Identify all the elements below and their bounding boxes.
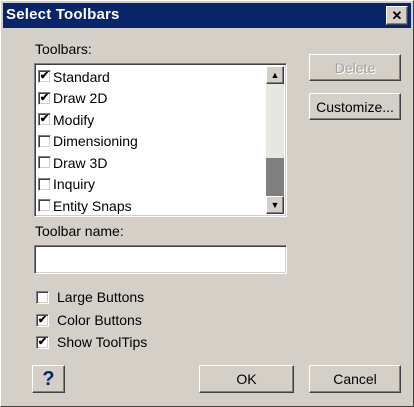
toolbars-list: ✔ Standard ✔ Draw 2D ✔ Modify Dimensioning Draw… <box>38 66 263 216</box>
toolbars-label: Toolbars: <box>35 41 92 57</box>
list-item[interactable]: Draw 3D <box>38 152 263 174</box>
toolbar-name-input[interactable] <box>34 245 287 274</box>
toolbar-checkbox[interactable] <box>38 177 51 191</box>
option-checkbox[interactable]: ✔ <box>36 335 49 349</box>
close-icon: ✕ <box>391 8 403 23</box>
customize-button[interactable]: Customize... <box>309 93 401 120</box>
toolbar-item-label: Modify <box>53 111 95 128</box>
toolbar-checkbox[interactable]: ✔ <box>38 70 51 84</box>
option-checkbox-row[interactable]: Large Buttons <box>36 289 144 305</box>
checkmark-icon: ✔ <box>39 91 50 104</box>
option-label: Show ToolTips <box>57 334 148 350</box>
close-button[interactable]: ✕ <box>386 6 408 25</box>
help-icon: ? <box>42 367 55 390</box>
arrow-up-icon: ▲ <box>270 69 280 80</box>
toolbar-item-label: Inquiry <box>53 176 96 193</box>
title-bar[interactable]: Select Toolbars ✕ <box>3 3 411 28</box>
scroll-down-button[interactable]: ▼ <box>266 196 284 214</box>
scroll-up-button[interactable]: ▲ <box>266 66 284 84</box>
toolbar-checkbox[interactable] <box>38 156 51 170</box>
option-label: Large Buttons <box>57 289 145 305</box>
arrow-down-icon: ▼ <box>270 199 280 210</box>
toolbar-item-label: Entity Snaps <box>53 197 132 214</box>
option-checkbox[interactable]: ✔ <box>36 313 49 327</box>
list-item[interactable]: ✔ Standard <box>38 66 263 88</box>
cancel-button[interactable]: Cancel <box>309 365 401 393</box>
listbox-scrollbar[interactable]: ▲ ▼ <box>266 66 284 214</box>
option-checkbox[interactable] <box>36 290 49 304</box>
option-checkbox-row[interactable]: ✔ Color Buttons <box>36 312 142 328</box>
help-button[interactable]: ? <box>32 365 65 393</box>
option-checkbox-row[interactable]: ✔ Show ToolTips <box>36 334 147 350</box>
toolbar-item-label: Dimensioning <box>53 133 138 150</box>
list-item[interactable]: Dimensioning <box>38 131 263 153</box>
checkmark-icon: ✔ <box>37 335 48 348</box>
list-item[interactable]: ✔ Draw 2D <box>38 88 263 110</box>
toolbar-checkbox[interactable] <box>38 199 51 213</box>
list-item[interactable]: Inquiry <box>38 174 263 196</box>
checkmark-icon: ✔ <box>39 113 50 126</box>
toolbar-checkbox[interactable]: ✔ <box>38 91 51 105</box>
checkmark-icon: ✔ <box>39 70 50 83</box>
select-toolbars-dialog: Select Toolbars ✕ Toolbars: ✔ Standard ✔ Dr… <box>0 0 414 407</box>
toolbar-checkbox[interactable]: ✔ <box>38 113 51 127</box>
toolbar-item-label: Draw 3D <box>53 154 108 171</box>
toolbars-listbox[interactable]: ✔ Standard ✔ Draw 2D ✔ Modify Dimensioning Draw… <box>34 63 287 217</box>
toolbar-item-label: Standard <box>53 68 110 85</box>
list-item[interactable]: Entity Snaps <box>38 195 263 216</box>
ok-button[interactable]: OK <box>199 365 294 393</box>
delete-button[interactable]: Delete <box>309 54 401 81</box>
toolbar-name-label: Toolbar name: <box>35 223 124 239</box>
dialog-title: Select Toolbars <box>6 6 120 23</box>
option-label: Color Buttons <box>57 312 142 328</box>
scroll-thumb[interactable] <box>266 158 284 196</box>
toolbar-checkbox[interactable] <box>38 134 51 148</box>
list-item[interactable]: ✔ Modify <box>38 109 263 131</box>
checkmark-icon: ✔ <box>37 313 48 326</box>
toolbar-item-label: Draw 2D <box>53 90 108 107</box>
